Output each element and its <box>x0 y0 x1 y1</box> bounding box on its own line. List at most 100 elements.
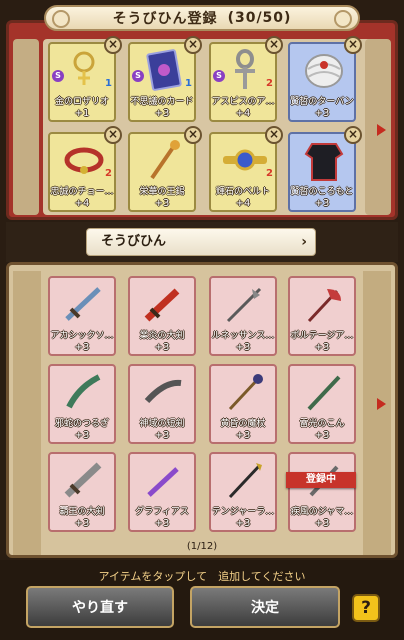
next-page-arrow-icon[interactable] <box>377 124 386 136</box>
remove-icon[interactable]: × <box>184 126 202 144</box>
registered-item-card[interactable]: S 1 金のロザリオ +1 × <box>48 36 122 122</box>
item-plus: +3 <box>74 430 90 441</box>
confirm-button[interactable]: 決定 <box>190 586 340 628</box>
item-name: 輝石のベルト <box>215 187 270 197</box>
halberd-icon <box>217 282 273 326</box>
inventory-item-card[interactable]: 神域の短剣 +3 <box>128 364 196 444</box>
chevron-right-icon: › <box>301 234 307 250</box>
registered-item-card[interactable]: S 2 アスピスのア… +4 × <box>209 36 283 122</box>
remove-icon[interactable]: × <box>104 36 122 54</box>
staff-icon <box>217 370 273 414</box>
inventory-item-card[interactable]: 雷光のこん +3 <box>288 364 356 444</box>
item-plus: +3 <box>154 518 170 529</box>
inventory-item-card[interactable]: 業炎の大剣 +3 <box>128 276 196 356</box>
item-name: 賢哲のターバン <box>290 97 354 107</box>
ornament-icon <box>334 10 352 28</box>
inventory-item-card[interactable]: 黄昏の魔杖 +3 <box>209 364 277 444</box>
item-plus: +3 <box>74 518 90 529</box>
item-plus: +3 <box>154 198 170 209</box>
item-plus: +1 <box>74 108 90 119</box>
inventory-item-card[interactable]: アカシックソ… +3 <box>48 276 116 356</box>
category-dropdown[interactable]: そうびひん › <box>86 228 316 256</box>
remove-icon[interactable]: × <box>344 126 362 144</box>
registered-count: (30/50) <box>227 10 292 26</box>
card-icon <box>136 48 192 92</box>
registered-item-card[interactable]: 賢哲のターバン +3 × <box>288 36 362 122</box>
skill-badge: S <box>213 70 225 82</box>
level-badge: 2 <box>266 78 273 89</box>
item-plus: +3 <box>314 430 330 441</box>
next-page-arrow-icon[interactable] <box>377 398 386 410</box>
inventory-item-card[interactable]: テンジャーラ… +3 <box>209 452 277 532</box>
ornament-icon <box>52 10 70 28</box>
remove-icon[interactable]: × <box>265 36 283 54</box>
item-plus: +4 <box>235 198 251 209</box>
inventory-item-card[interactable]: 邪蛇のつるぎ +3 <box>48 364 116 444</box>
inventory-item-card[interactable]: 疾風のジャマ… +3 <box>288 452 356 532</box>
redo-button[interactable]: やり直す <box>26 586 174 628</box>
item-name: テンジャーラ… <box>211 507 275 517</box>
level-badge: 1 <box>185 78 192 89</box>
remove-icon[interactable]: × <box>344 36 362 54</box>
registered-item-card[interactable]: S 1 不思議のカード +3 × <box>128 36 202 122</box>
item-name: 業炎の大剣 <box>139 331 185 341</box>
item-name: ルネッサンス… <box>211 331 275 341</box>
item-plus: +3 <box>235 342 251 353</box>
registered-item-card[interactable]: 栄華の王錫 +3 × <box>128 126 202 212</box>
level-badge: 2 <box>266 168 273 179</box>
instruction-text: アイテムをタップして 追加してください <box>98 570 306 583</box>
category-label: そうびひん <box>101 234 167 249</box>
item-name: 黄昏の魔杖 <box>220 419 266 429</box>
skill-badge: S <box>132 70 144 82</box>
registered-item-card[interactable]: 賢哲のころもと +3 × <box>288 126 362 212</box>
inventory-item-card[interactable]: 覇王の大剣 +3 <box>48 452 116 532</box>
item-name: 神域の短剣 <box>139 419 185 429</box>
item-plus: +3 <box>154 108 170 119</box>
skill-badge: S <box>52 70 64 82</box>
level-badge: 1 <box>105 78 112 89</box>
greatsword-icon <box>56 458 112 502</box>
dagger-icon <box>136 370 192 414</box>
item-name: 賢哲のころもと <box>290 187 354 197</box>
item-name: アカシックソ… <box>50 331 114 341</box>
inventory-item-card[interactable]: グラフィアス +3 <box>128 452 196 532</box>
item-name: 雷光のこん <box>299 419 345 429</box>
item-plus: +3 <box>154 430 170 441</box>
help-button[interactable]: ? <box>352 594 380 622</box>
item-name: 覇王の大剣 <box>59 507 105 517</box>
choker-icon <box>56 138 112 182</box>
sword-icon <box>56 282 112 326</box>
item-name: アスピスのア… <box>211 97 275 107</box>
title-text: そうびひん登録 <box>112 11 218 27</box>
item-plus: +3 <box>74 342 90 353</box>
scepter-icon <box>136 138 192 182</box>
belt-icon <box>217 138 273 182</box>
item-name: 不思議のカード <box>130 97 194 107</box>
remove-icon[interactable]: × <box>265 126 283 144</box>
axe-icon <box>296 282 352 326</box>
page-title: そうびひん登録 (30/50) <box>44 5 360 31</box>
rosary-icon <box>56 48 112 92</box>
registered-item-card[interactable]: 2 輝石のベルト +4 × <box>209 126 283 212</box>
inventory-item-card[interactable]: ボルテージア… +3 <box>288 276 356 356</box>
flame-sword-icon <box>136 282 192 326</box>
remove-icon[interactable]: × <box>104 126 122 144</box>
item-plus: +4 <box>74 198 90 209</box>
page-counter: (1/12) <box>186 541 218 552</box>
purple-dagger-icon <box>136 458 192 502</box>
item-name: 金のロザリオ <box>54 97 109 107</box>
item-plus: +3 <box>235 518 251 529</box>
registered-item-card[interactable]: 2 忠誠のチョー… +4 × <box>48 126 122 212</box>
panel-side-left <box>13 271 41 555</box>
item-plus: +3 <box>154 342 170 353</box>
remove-icon[interactable]: × <box>184 36 202 54</box>
panel-side-left <box>13 39 39 215</box>
item-name: 忠誠のチョー… <box>50 187 114 197</box>
item-plus: +3 <box>314 518 330 529</box>
robe-icon <box>296 138 352 182</box>
registered-tag: 登録中 <box>286 472 356 488</box>
item-plus: +3 <box>235 430 251 441</box>
item-name: 栄華の王錫 <box>139 187 185 197</box>
spear-icon <box>217 458 273 502</box>
inventory-item-card[interactable]: ルネッサンス… +3 <box>209 276 277 356</box>
